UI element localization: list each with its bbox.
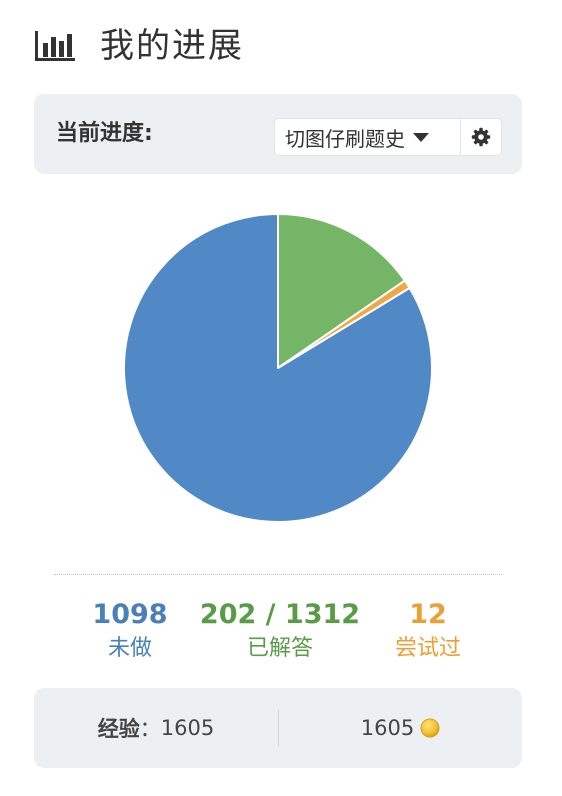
stat-solved-value: 202 / 1312 (199, 599, 361, 630)
divider (54, 574, 502, 575)
progress-list-dropdown[interactable]: 切图仔刷题史 (275, 119, 460, 155)
experience-value: 1605 (160, 716, 215, 740)
page-header: 我的进展 (34, 22, 244, 70)
stat-attempted-label: 尝试过 (394, 636, 461, 661)
coin-icon (420, 718, 440, 738)
progress-pie-chart (118, 208, 438, 528)
caret-down-icon (413, 132, 429, 142)
selected-list-name: 切图仔刷题史 (285, 126, 405, 151)
page-title: 我的进展 (100, 26, 244, 66)
experience-colon: ： (139, 717, 161, 741)
coins-info: 1605 (279, 688, 522, 768)
stat-todo-label: 未做 (107, 636, 152, 661)
experience-info: 经验： 1605 (34, 688, 278, 768)
gear-icon (471, 127, 491, 147)
bar-chart-icon (35, 31, 75, 61)
progress-label: 当前进度: (56, 121, 153, 146)
stat-solved-label: 已解答 (246, 636, 313, 661)
stat-todo-value: 1098 (92, 599, 168, 630)
stat-attempted: 12 尝试过 (368, 598, 488, 664)
pie-chart-svg (123, 213, 433, 523)
progress-selector: 切图仔刷题史 (274, 118, 502, 156)
info-panel: 经验： 1605 1605 (34, 688, 522, 768)
stat-attempted-value: 12 (409, 599, 447, 630)
coins-value: 1605 (360, 716, 415, 740)
stat-solved: 202 / 1312 已解答 (190, 598, 370, 664)
experience-label: 经验 (97, 717, 140, 741)
progress-panel: 当前进度: 切图仔刷题史 (34, 94, 522, 174)
progress-settings-button[interactable] (460, 119, 501, 155)
stat-todo: 1098 未做 (70, 598, 190, 664)
